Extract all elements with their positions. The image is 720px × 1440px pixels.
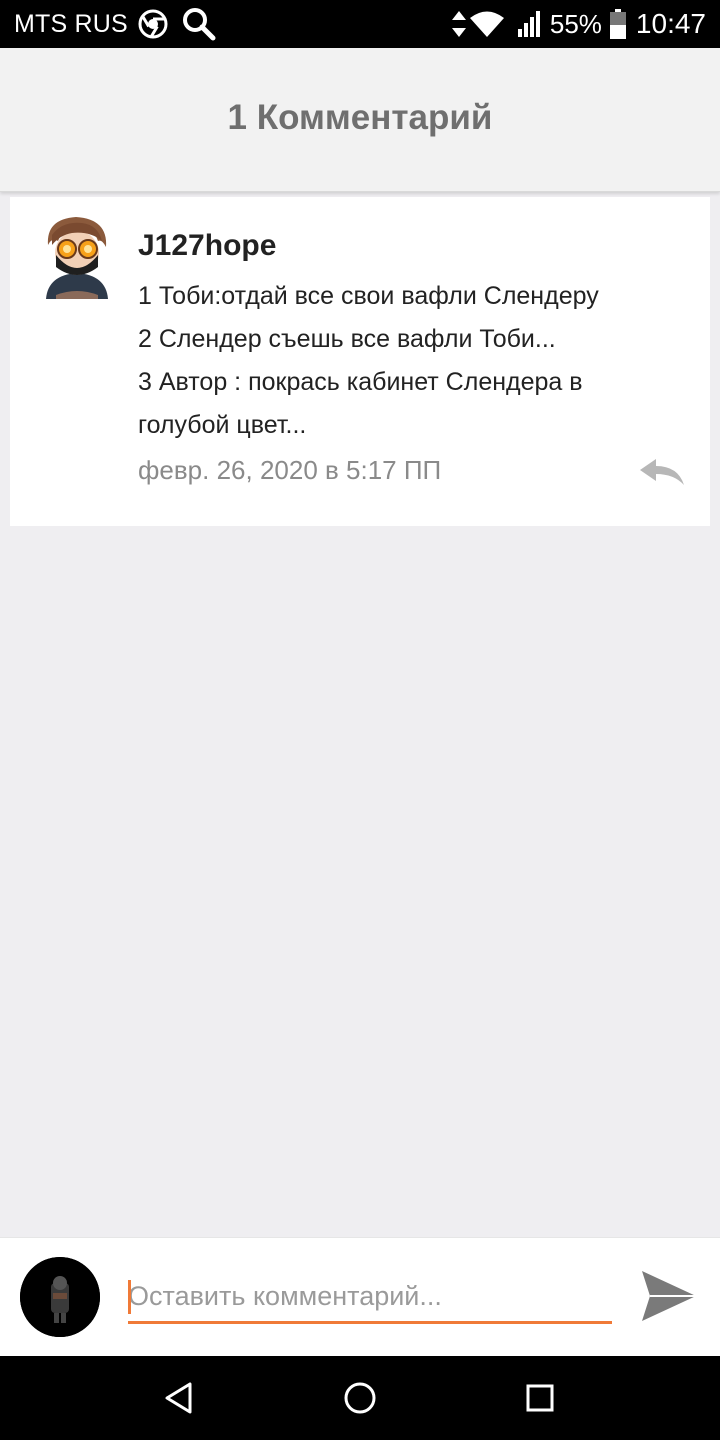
compose-bar xyxy=(0,1237,720,1357)
data-arrows-icon xyxy=(451,11,466,37)
reply-arrow-icon[interactable] xyxy=(638,459,686,487)
recents-square-icon[interactable] xyxy=(520,1378,560,1418)
status-left: MTS RUS xyxy=(14,7,216,41)
system-nav-bar xyxy=(0,1356,720,1440)
status-bar: MTS RUS 55% 10:47 xyxy=(0,0,720,48)
comment-input[interactable] xyxy=(128,1272,612,1324)
author-avatar[interactable] xyxy=(42,215,112,299)
chrome-icon xyxy=(138,9,168,39)
comment-line: голубой цвет... xyxy=(138,411,307,439)
back-triangle-icon[interactable] xyxy=(160,1378,200,1418)
search-icon xyxy=(182,7,216,41)
send-button[interactable] xyxy=(640,1269,698,1323)
wifi-icon xyxy=(469,11,504,37)
comment-timestamp: февр. 26, 2020 в 5:17 ПП xyxy=(138,455,442,485)
send-icon xyxy=(642,1271,696,1321)
comment-author[interactable]: J127hope xyxy=(138,229,276,263)
page-header: 1 Комментарий xyxy=(0,48,720,192)
page-title: 1 Комментарий xyxy=(227,97,493,137)
signal-icon xyxy=(517,11,542,37)
status-right: 55% 10:47 xyxy=(451,8,706,40)
comment-line: 2 Слендер съешь все вафли Тоби... xyxy=(138,325,556,353)
comment-body: 1 Тоби:отдай все свои вафли Слендеру 2 С… xyxy=(138,275,688,447)
clock: 10:47 xyxy=(635,8,706,39)
comment-line: 1 Тоби:отдай все свои вафли Слендеру xyxy=(138,282,599,310)
comment-line: 3 Автор : покрась кабинет Слендера в xyxy=(138,368,583,396)
home-circle-icon[interactable] xyxy=(340,1378,380,1418)
comment-card: J127hope 1 Тоби:отдай все свои вафли Сле… xyxy=(10,197,710,526)
battery-icon xyxy=(609,9,626,39)
text-caret xyxy=(128,1280,131,1314)
carrier-label: MTS RUS xyxy=(14,9,128,38)
current-user-avatar[interactable] xyxy=(20,1257,100,1337)
battery-percent: 55% xyxy=(549,8,602,39)
